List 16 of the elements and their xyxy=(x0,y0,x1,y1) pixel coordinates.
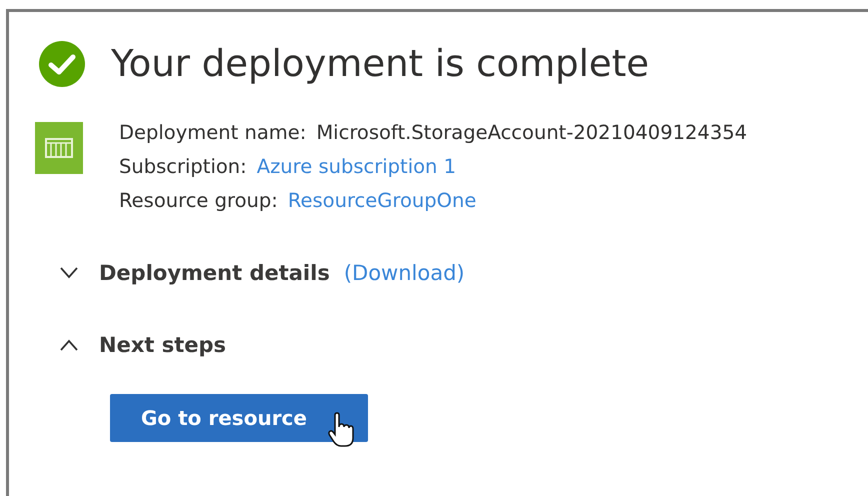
chevron-down-icon[interactable] xyxy=(59,267,79,279)
storage-account-icon xyxy=(35,122,83,174)
detail-link[interactable]: ResourceGroupOne xyxy=(288,184,476,218)
section-title[interactable]: Deployment details xyxy=(99,261,330,285)
hand-cursor-icon xyxy=(328,412,354,448)
detail-label: Subscription: xyxy=(119,154,247,180)
section-title[interactable]: Next steps xyxy=(99,333,226,357)
go-to-resource-button[interactable]: Go to resource xyxy=(110,394,368,442)
status-title: Your deployment is complete xyxy=(111,41,649,87)
detail-label: Resource group: xyxy=(119,188,278,214)
detail-value: Microsoft.StorageAccount-20210409124354 xyxy=(316,120,748,146)
chevron-up-icon[interactable] xyxy=(59,339,79,351)
download-link[interactable]: (Download) xyxy=(344,261,465,285)
success-check-icon xyxy=(39,41,85,87)
detail-link[interactable]: Azure subscription 1 xyxy=(256,150,456,184)
detail-label: Deployment name: xyxy=(119,120,306,146)
